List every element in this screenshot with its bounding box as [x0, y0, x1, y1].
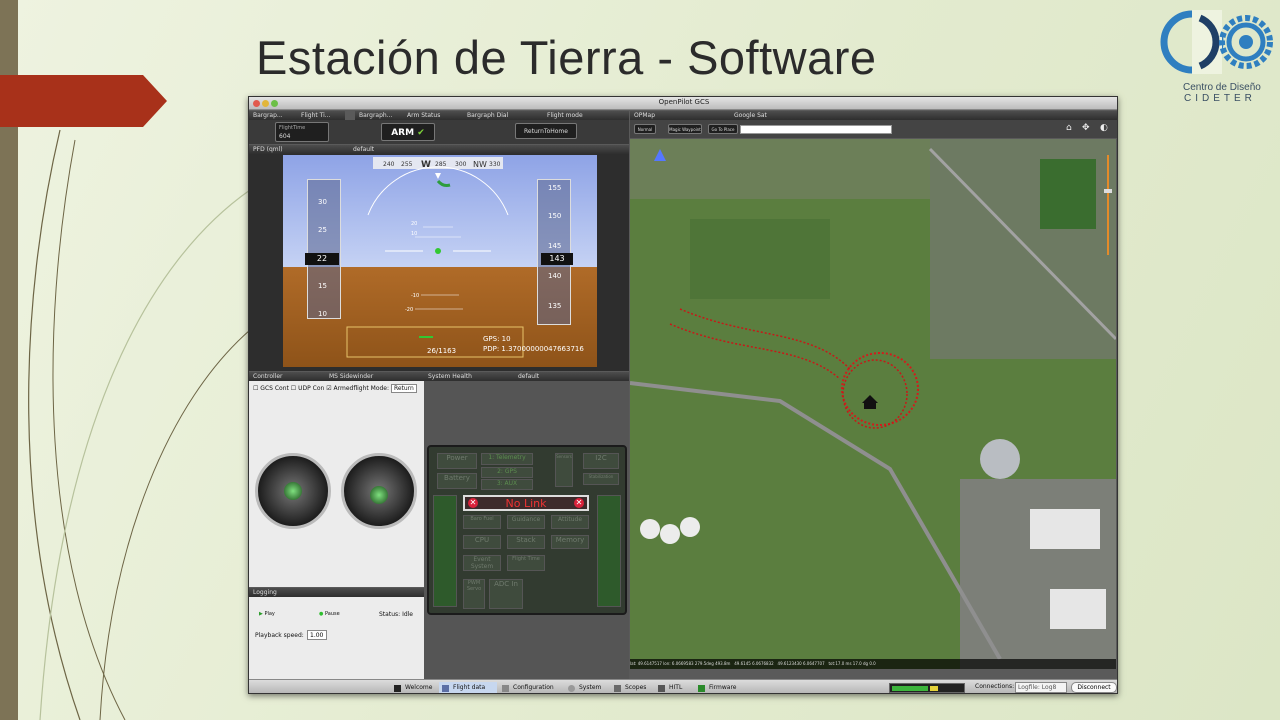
health-header: System Health default — [424, 372, 629, 381]
gadget-header-armstatus[interactable]: Arm Status — [403, 111, 463, 120]
gadget-header-bargraph2[interactable]: Bargraph... — [355, 111, 403, 120]
gadget-header-flighttime[interactable]: Flight Ti... — [297, 111, 345, 120]
connections-label: Connections: — [975, 683, 1015, 690]
telemetry-meter — [889, 683, 965, 693]
flight-data-icon — [442, 685, 449, 692]
gadget-header-mapsource[interactable]: Google Sat — [730, 111, 1117, 120]
compass-icon[interactable]: ◐ — [1100, 123, 1108, 133]
gadget-header-flightmode[interactable]: Flight mode — [543, 111, 629, 120]
svg-text:10: 10 — [411, 231, 417, 237]
scope-icon — [614, 685, 621, 692]
playback-speed-input[interactable]: 1.00 — [307, 630, 327, 640]
tab-configuration[interactable]: Configuration — [499, 682, 563, 693]
mode-status-bar: Welcome Flight data Configuration System… — [249, 679, 1117, 693]
airspeed-tape: 30 25 20 15 10 — [307, 179, 341, 319]
welcome-icon — [394, 685, 401, 692]
waypoint-text: 26/1163 — [427, 347, 457, 355]
go-to-place-button[interactable]: Go To Place — [708, 124, 738, 134]
map-normal-button[interactable]: Normal — [634, 124, 656, 134]
pfd-panel: 240 255 W 285 300 NW 330 10 20 -10 -20 3… — [249, 154, 629, 371]
right-status-column — [597, 495, 621, 607]
system-icon — [568, 685, 575, 692]
error-icon: ✕ — [468, 498, 478, 508]
svg-text:20: 20 — [411, 221, 417, 227]
heading-tick: 330 — [489, 161, 501, 168]
logging-panel: ▶ Play ● Pause Status: Idle Playback spe… — [249, 597, 424, 679]
airspeed-value: 22 — [305, 253, 339, 265]
home-icon[interactable]: ⌂ — [1066, 123, 1072, 133]
health-grid: Power 1: Telemetry Sensors I2C Battery 2… — [427, 445, 627, 615]
wrench-icon — [502, 685, 509, 692]
gadget-header-opmap[interactable]: OPMap — [630, 111, 730, 120]
flight-mode-display: ReturnToHome — [515, 123, 577, 139]
tab-firmware[interactable]: Firmware — [695, 682, 743, 693]
logo-org: CIDETER — [1184, 93, 1256, 104]
svg-text:-10: -10 — [411, 293, 419, 299]
tab-scopes[interactable]: Scopes — [611, 682, 653, 693]
slide-title: Estación de Tierra - Software — [256, 31, 877, 84]
altitude-value: 143 — [541, 253, 573, 265]
right-stick-knob[interactable] — [370, 486, 388, 504]
tab-system[interactable]: System — [565, 682, 609, 693]
logging-header: Logging — [249, 588, 424, 597]
playback-speed-label: Playback speed: — [255, 632, 304, 639]
controller-header: Controller MS Sidewinder — [249, 372, 424, 381]
armed-checkbox[interactable]: ☑ Armed — [326, 385, 353, 392]
map-imagery — [630, 139, 1116, 669]
flight-mode-select[interactable]: Return — [390, 384, 417, 393]
tab-flight-data[interactable]: Flight data — [439, 682, 497, 693]
left-joystick[interactable] — [255, 453, 331, 529]
primary-flight-display: 240 255 W 285 300 NW 330 10 20 -10 -20 3… — [283, 155, 597, 367]
hitl-icon — [658, 685, 665, 692]
window-titlebar: OpenPilot GCS — [249, 97, 1117, 110]
right-joystick[interactable] — [341, 453, 417, 529]
pause-icon: ● — [319, 611, 324, 617]
map-toolbar: Normal Magic Waypoint Go To Place ⌂ ✥ ◐ — [630, 120, 1117, 138]
tab-hitl[interactable]: HITL — [655, 682, 693, 693]
heading-tick: NW — [473, 160, 487, 169]
map-zoom-slider[interactable] — [1104, 145, 1112, 265]
play-button[interactable]: ▶ Play — [259, 611, 275, 617]
error-icon: ✕ — [574, 498, 584, 508]
gcs-window: OpenPilot GCS Bargrap... Flight Ti... Ba… — [248, 96, 1118, 694]
heading-tick: 240 — [383, 161, 395, 168]
flighttime-display: FlightTime 604 — [275, 122, 329, 142]
pdp-text: PDP: 1.37000000047663716 — [483, 345, 584, 353]
no-link-banner: ✕ No Link ✕ — [463, 495, 589, 511]
window-title: OpenPilot GCS — [658, 98, 710, 106]
tab-welcome[interactable]: Welcome — [391, 682, 437, 693]
magic-waypoint-button[interactable]: Magic Waypoint — [668, 124, 702, 134]
disconnect-button[interactable]: Disconnect — [1071, 682, 1117, 693]
svg-text:-20: -20 — [405, 307, 413, 313]
heading-tick: 255 — [401, 161, 413, 168]
left-stick-knob[interactable] — [284, 482, 302, 500]
connection-select[interactable]: Logfile: Log8 — [1015, 682, 1067, 693]
controller-options: ☐ GCS Cont ☐ UDP Con ☑ Armedflight Mode:… — [253, 384, 417, 393]
gadget-header-bargraph[interactable]: Bargrap... — [249, 111, 297, 120]
gps-text: GPS: 10 — [483, 335, 511, 343]
controller-panel: ☐ GCS Cont ☐ UDP Con ☑ Armedflight Mode:… — [249, 381, 424, 587]
system-health-panel: Power 1: Telemetry Sensors I2C Battery 2… — [424, 381, 629, 679]
top-gadgets-panel: FlightTime 604 ARM ✔ ReturnToHome — [249, 120, 629, 144]
gcs-control-checkbox[interactable]: ☐ GCS Cont — [253, 385, 289, 392]
place-search-input[interactable] — [740, 125, 892, 134]
heading-tick: 300 — [455, 161, 467, 168]
firmware-icon — [698, 685, 705, 692]
pfd-header: PFD (qml) default — [249, 145, 629, 154]
udp-control-checkbox[interactable]: ☐ UDP Con — [291, 385, 325, 392]
play-icon: ▶ — [259, 611, 263, 617]
map-coordinates-bar: lat: 49.6147517 lon: 6.0669583 279.5deg … — [630, 659, 1116, 669]
logging-status: Status: Idle — [379, 611, 413, 618]
gadget-header-bargraphdial[interactable]: Bargraph Dial — [463, 111, 543, 120]
arm-status-indicator: ARM ✔ — [381, 123, 435, 141]
move-icon[interactable]: ✥ — [1082, 123, 1090, 133]
left-status-column — [433, 495, 457, 607]
pause-button[interactable]: ● Pause — [319, 611, 340, 617]
satellite-map[interactable]: lat: 49.6147517 lon: 6.0669583 279.5deg … — [630, 139, 1116, 669]
altitude-tape: 155 150 145 140 135 — [537, 179, 571, 325]
check-icon: ✔ — [417, 128, 425, 138]
title-accent-tab — [0, 75, 167, 127]
logo-subtitle: Centro de Diseño — [1183, 82, 1261, 93]
